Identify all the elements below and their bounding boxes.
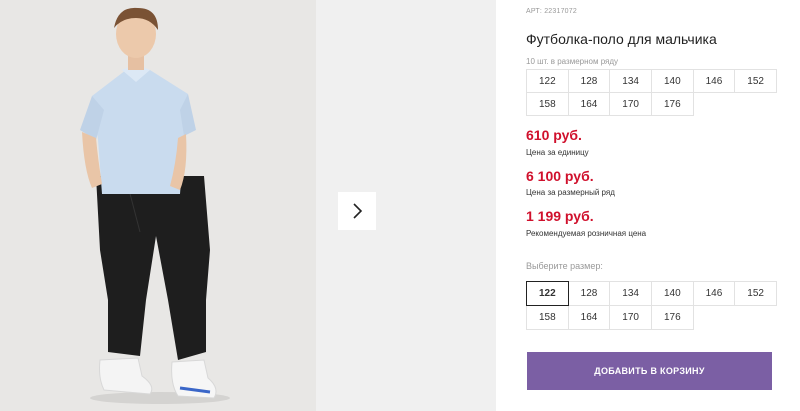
gallery-next-button[interactable] [338, 192, 376, 230]
size-range-cell: 146 [692, 69, 736, 93]
retail-price-label: Рекомендуемая розничная цена [526, 229, 647, 238]
size-option[interactable]: 176 [650, 305, 694, 330]
size-option-selected[interactable]: 122 [526, 281, 569, 306]
size-option[interactable]: 164 [567, 305, 611, 330]
article-label: Арт: [526, 8, 543, 15]
unit-price: 610 руб. [526, 127, 582, 143]
size-selector: 122 128 134 140 146 152 158 164 170 176 [526, 281, 777, 330]
size-option[interactable]: 146 [692, 281, 736, 306]
boy-model-illustration [0, 0, 316, 411]
size-range-count: 10 шт. в размерном ряду [526, 57, 619, 66]
size-range-cell: 170 [609, 92, 652, 116]
retail-price: 1 199 руб. [526, 208, 594, 224]
choose-size-label: Выберите размер: [526, 261, 603, 271]
size-option[interactable]: 152 [734, 281, 777, 306]
size-range-cell: 128 [567, 69, 611, 93]
unit-price-label: Цена за единицу [526, 148, 589, 157]
size-range-cell: 176 [650, 92, 694, 116]
add-to-cart-button[interactable]: Добавить в корзину [527, 352, 772, 390]
size-range-cell: 134 [609, 69, 652, 93]
article-number: Арт: 22317072 [526, 8, 577, 15]
size-option[interactable]: 170 [609, 305, 652, 330]
size-range-price-label: Цена за размерный ряд [526, 188, 615, 197]
size-range-price: 6 100 руб. [526, 168, 594, 184]
size-option[interactable]: 134 [609, 281, 652, 306]
size-range-cell: 152 [734, 69, 777, 93]
size-range-cell: 122 [526, 69, 569, 93]
size-range-cell: 140 [650, 69, 694, 93]
size-option[interactable]: 128 [567, 281, 611, 306]
product-title: Футболка-поло для мальчика [526, 31, 717, 47]
chevron-right-icon [353, 203, 363, 219]
size-range-cell: 164 [567, 92, 611, 116]
article-value: 22317072 [544, 8, 577, 15]
product-photo [0, 0, 316, 411]
size-option[interactable]: 158 [526, 305, 569, 330]
size-option[interactable]: 140 [650, 281, 694, 306]
size-range-cell: 158 [526, 92, 569, 116]
size-range-grid: 122 128 134 140 146 152 158 164 170 176 [526, 69, 777, 116]
